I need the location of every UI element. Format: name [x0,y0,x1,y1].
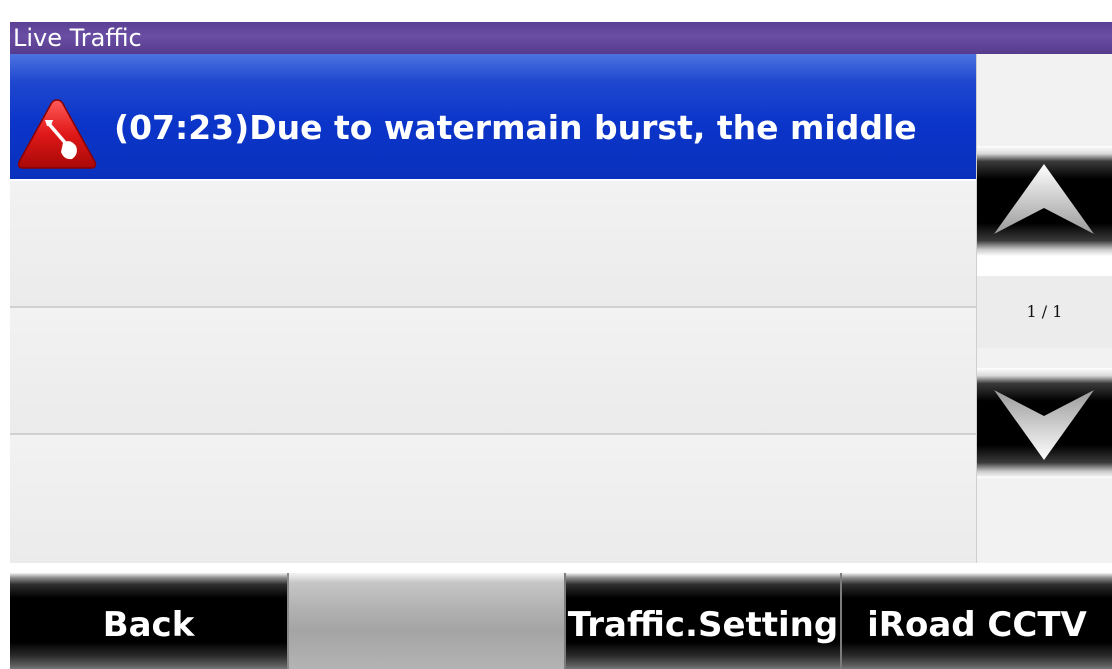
traffic-list-item[interactable]: (07:23)Due to watermain burst, the middl… [10,54,976,181]
page-indicator: 1 / 1 [977,276,1112,348]
roadwork-warning-icon [16,96,98,172]
page-up-button[interactable] [977,146,1112,256]
traffic-list-item[interactable] [10,181,976,308]
chevron-down-icon [994,390,1094,460]
pager-spacer-bottom [977,478,1112,563]
live-traffic-screen: Live Traffic (07:23)Due to watermain bur… [0,0,1112,669]
left-edge [0,54,10,669]
bottom-toolbar: Back Traffic.Setting iRoad CCTV [10,573,1112,669]
traffic-setting-button[interactable]: Traffic.Setting [564,573,840,669]
traffic-list: (07:23)Due to watermain burst, the middl… [10,54,977,563]
blank-button[interactable] [287,573,564,669]
page-down-button[interactable] [977,368,1112,478]
traffic-item-text: (07:23)Due to watermain burst, the middl… [114,108,917,147]
back-button[interactable]: Back [10,573,287,669]
window-title: Live Traffic [10,22,1112,54]
traffic-list-item[interactable] [10,435,976,563]
pager-spacer-top [977,54,1112,146]
pager-spacer-mid [977,348,1112,368]
iroad-cctv-button[interactable]: iRoad CCTV [840,573,1112,669]
chevron-up-icon [994,164,1094,234]
pager-panel: 1 / 1 [977,54,1112,563]
traffic-list-item[interactable] [10,308,976,435]
